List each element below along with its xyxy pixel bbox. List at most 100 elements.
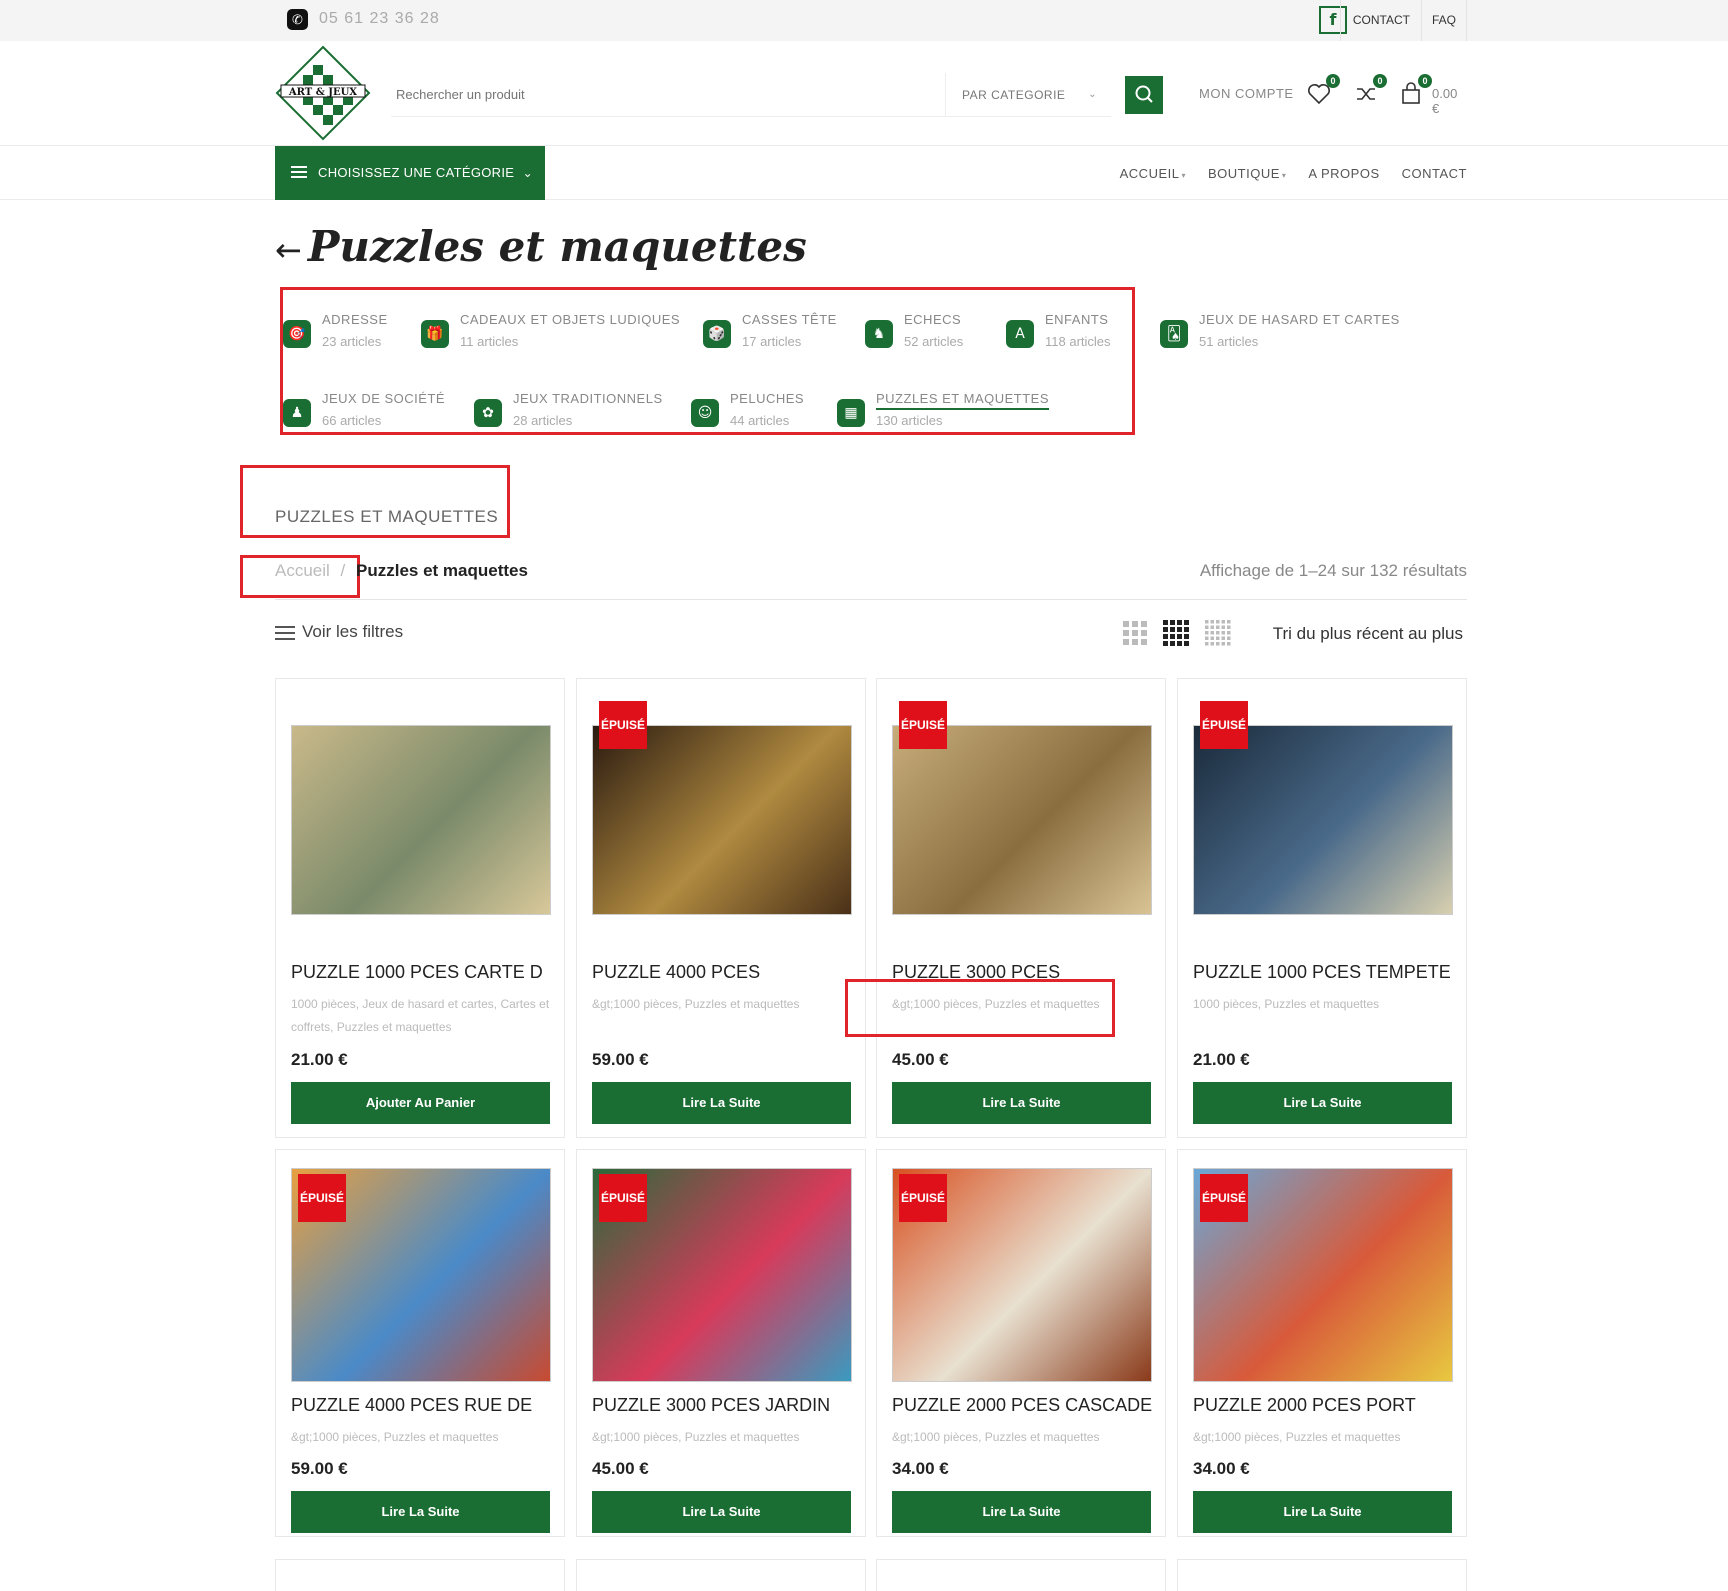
- divider: [275, 599, 1467, 600]
- sold-out-badge: ÉPUISÉ: [599, 701, 647, 749]
- product-price: 59.00 €: [592, 1050, 649, 1069]
- product-title[interactable]: PUZZLE 4000 PCES RUE DE: [291, 1395, 551, 1416]
- product-title[interactable]: PUZZLE 4000 PCES: [592, 962, 852, 983]
- results-count: Affichage de 1–24 sur 132 résultats: [1199, 561, 1467, 580]
- product-categories[interactable]: 1000 pièces, Jeux de hasard et cartes, C…: [291, 993, 553, 1039]
- product-categories[interactable]: &gt;1000 pièces, Puzzles et maquettes: [1193, 1426, 1455, 1449]
- product-categories[interactable]: &gt;1000 pièces, Puzzles et maquettes: [592, 993, 854, 1016]
- product-image[interactable]: [592, 725, 852, 915]
- product-card[interactable]: ÉPUISÉ PUZZLE 3000 PCES &gt;1000 pièces, P…: [876, 678, 1166, 1138]
- page-title: ← Puzzles et maquettes: [275, 222, 807, 271]
- category-count: 23 articles: [322, 334, 382, 349]
- product-categories[interactable]: &gt;1000 pièces, Puzzles et maquettes: [592, 1426, 854, 1449]
- category-count: 52 articles: [904, 334, 964, 349]
- category-name: PELUCHES: [730, 391, 805, 406]
- category-icon: ♟: [283, 399, 311, 427]
- show-filters-label: Voir les filtres: [302, 622, 404, 641]
- category-icon: ✿: [474, 399, 502, 427]
- show-filters-button[interactable]: Voir les filtres: [275, 622, 403, 642]
- sold-out-badge: ÉPUISÉ: [599, 1174, 647, 1222]
- product-categories[interactable]: 1000 pièces, Puzzles et maquettes: [1193, 993, 1455, 1016]
- category-count: 44 articles: [730, 413, 790, 428]
- read-more-button[interactable]: Lire La Suite: [1193, 1082, 1452, 1124]
- category-name: ECHECS: [904, 312, 962, 327]
- category-count: 130 articles: [876, 413, 943, 428]
- category-name: CASSES TÊTE: [742, 312, 837, 327]
- category-name: CADEAUX ET OBJETS LUDIQUES: [460, 312, 681, 327]
- category-icon: 🎁: [421, 320, 449, 348]
- product-title[interactable]: PUZZLE 2000 PCES PORT: [1193, 1395, 1453, 1416]
- heading-highlight-box: [240, 465, 510, 538]
- product-title[interactable]: PUZZLE 1000 PCES TEMPETE: [1193, 962, 1453, 983]
- back-arrow-icon[interactable]: ←: [275, 231, 302, 269]
- product-price: 59.00 €: [291, 1459, 348, 1478]
- grid-5-columns-icon[interactable]: [1204, 619, 1232, 647]
- grid-3-columns-icon[interactable]: [1121, 619, 1149, 647]
- product-card[interactable]: ÉPUISÉ PUZZLE 2000 PCES PORT &gt;1000 pièc…: [1177, 1149, 1467, 1537]
- product-card[interactable]: ÉPUISÉ PUZZLE 1000 PCES TEMPETE 1000 pièce…: [1177, 678, 1467, 1138]
- product-card[interactable]: [576, 1559, 866, 1591]
- category-count: 17 articles: [742, 334, 802, 349]
- product-title[interactable]: PUZZLE 2000 PCES CASCADE: [892, 1395, 1152, 1416]
- product-price: 21.00 €: [1193, 1050, 1250, 1069]
- product-price: 21.00 €: [291, 1050, 348, 1069]
- category-icon: 🎯: [283, 320, 311, 348]
- category-name: ADRESSE: [322, 312, 388, 327]
- sold-out-badge: ÉPUISÉ: [899, 701, 947, 749]
- category-count: 51 articles: [1199, 334, 1259, 349]
- add-to-cart-button[interactable]: Ajouter Au Panier: [291, 1082, 550, 1124]
- sold-out-badge: ÉPUISÉ: [899, 1174, 947, 1222]
- category-icon: ♞: [865, 320, 893, 348]
- category-icon: 🂡: [1160, 320, 1188, 348]
- product-categories[interactable]: &gt;1000 pièces, Puzzles et maquettes: [892, 1426, 1154, 1449]
- product-image[interactable]: [892, 725, 1152, 915]
- read-more-button[interactable]: Lire La Suite: [291, 1491, 550, 1533]
- product-price: 45.00 €: [592, 1459, 649, 1478]
- main-content: ← Puzzles et maquettes 🎯 ADRESSE 23 article…: [240, 0, 1467, 1591]
- sold-out-badge: ÉPUISÉ: [298, 1174, 346, 1222]
- category-count: 11 articles: [460, 334, 519, 349]
- category-name: ENFANTS: [1045, 312, 1109, 327]
- page-title-text: Puzzles et maquettes: [307, 222, 807, 271]
- category-name: JEUX DE HASARD ET CARTES: [1199, 312, 1400, 327]
- product-card[interactable]: [1177, 1559, 1467, 1591]
- read-more-button[interactable]: Lire La Suite: [592, 1491, 851, 1533]
- category-count: 28 articles: [513, 413, 573, 428]
- read-more-button[interactable]: Lire La Suite: [892, 1491, 1151, 1533]
- category-heading: PUZZLES ET MAQUETTES: [275, 507, 499, 526]
- product-categories[interactable]: &gt;1000 pièces, Puzzles et maquettes: [291, 1426, 553, 1449]
- product-card[interactable]: ÉPUISÉ PUZZLE 4000 PCES RUE DE &gt;1000 pi…: [275, 1149, 565, 1537]
- category-item[interactable]: 🎁 CADEAUX ET OBJETS LUDIQUES 11 articles: [421, 312, 680, 362]
- category-item[interactable]: ▦ PUZZLES ET MAQUETTES 130 articles: [837, 391, 1077, 441]
- breadcrumb-current: Puzzles et maquettes: [356, 561, 528, 580]
- category-icon: A: [1006, 320, 1034, 348]
- breadcrumb-separator: /: [340, 561, 346, 580]
- product-price: 34.00 €: [892, 1459, 949, 1478]
- product-card[interactable]: ÉPUISÉ PUZZLE 2000 PCES CASCADE &gt;1000 p…: [876, 1149, 1166, 1537]
- category-count: 66 articles: [322, 413, 382, 428]
- product-price: 34.00 €: [1193, 1459, 1250, 1478]
- category-item[interactable]: 🂡 JEUX DE HASARD ET CARTES 51 articles: [1160, 312, 1400, 362]
- product-card[interactable]: [275, 1559, 565, 1591]
- product-title[interactable]: PUZZLE 3000 PCES JARDIN: [592, 1395, 852, 1416]
- product-image[interactable]: [1193, 725, 1453, 915]
- category-icon: 🎲: [703, 320, 731, 348]
- product-image[interactable]: [291, 725, 551, 915]
- category-item[interactable]: ✿ JEUX TRADITIONNELS 28 articles: [474, 391, 714, 441]
- product-card[interactable]: ÉPUISÉ PUZZLE 4000 PCES &gt;1000 pièces, P…: [576, 678, 866, 1138]
- read-more-button[interactable]: Lire La Suite: [592, 1082, 851, 1124]
- product-card[interactable]: [876, 1559, 1166, 1591]
- filter-menu-icon: [275, 626, 295, 640]
- product-card[interactable]: ÉPUISÉ PUZZLE 3000 PCES JARDIN &gt;1000 pi…: [576, 1149, 866, 1537]
- breadcrumb: Accueil / Puzzles et maquettes: [275, 561, 528, 581]
- product-title[interactable]: PUZZLE 1000 PCES CARTE D: [291, 962, 551, 983]
- read-more-button[interactable]: Lire La Suite: [892, 1082, 1151, 1124]
- product-price: 45.00 €: [892, 1050, 949, 1069]
- category-name: JEUX TRADITIONNELS: [513, 391, 663, 406]
- breadcrumb-home[interactable]: Accueil: [275, 561, 330, 580]
- grid-4-columns-icon[interactable]: [1162, 619, 1190, 647]
- sort-select[interactable]: Tri du plus récent au plus: [1273, 624, 1463, 644]
- category-name: PUZZLES ET MAQUETTES: [876, 391, 1050, 410]
- read-more-button[interactable]: Lire La Suite: [1193, 1491, 1452, 1533]
- product-card[interactable]: PUZZLE 1000 PCES CARTE D 1000 pièces, Jeu…: [275, 678, 565, 1138]
